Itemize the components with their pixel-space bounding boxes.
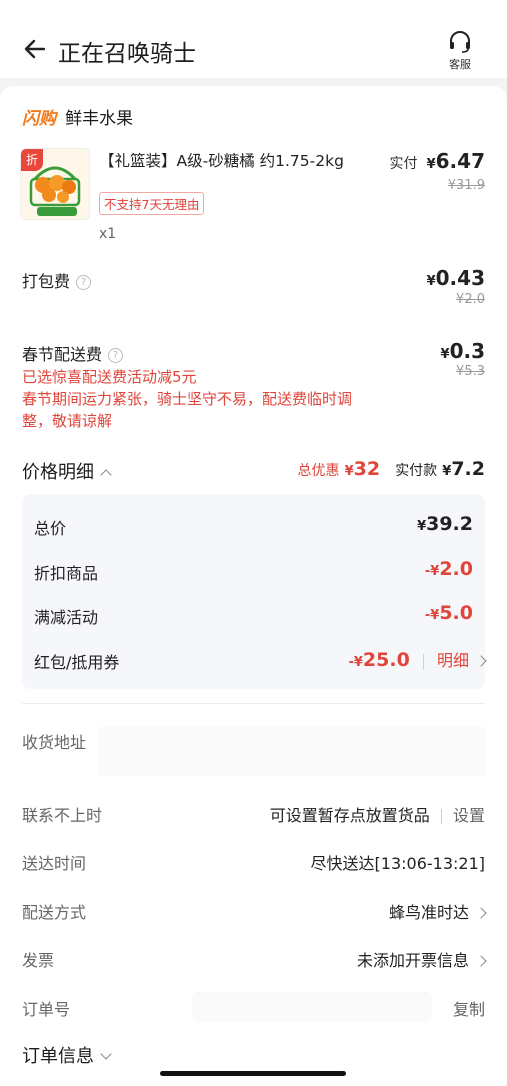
back-arrow-icon[interactable] <box>22 36 48 62</box>
chevron-up-icon <box>100 469 112 481</box>
product-original-price: ¥31.9 <box>447 178 485 193</box>
product-paid-price: 6.47 <box>435 149 485 173</box>
discount-goods-value: -¥2.0 <box>425 558 473 580</box>
coupon-detail-link[interactable]: 明细 <box>437 651 469 670</box>
help-icon[interactable]: ? <box>76 275 92 290</box>
delivery-fee-price: ¥0.3 <box>441 339 485 363</box>
shangou-logo: 闪购 <box>22 109 56 129</box>
no-return-tag: 不支持7天无理由 <box>99 192 205 215</box>
amount: 5.0 <box>439 602 473 624</box>
coupon-value-row: -¥25.0 明细 <box>348 647 487 671</box>
total-price-label: 总价 <box>34 519 67 538</box>
delivery-fee-notice: 春节期间运力紧张，骑士坚守不易，配送费临时调整，敬请谅解 <box>22 390 353 430</box>
full-reduction-label: 满减活动 <box>34 608 99 627</box>
delivery-time-value: 尽快送达[13:06-13:21] <box>310 854 485 873</box>
delivery-fee-original: ¥5.3 <box>456 364 485 379</box>
invoice-row[interactable]: 未添加开票信息 <box>356 947 487 971</box>
currency-symbol: ¥ <box>344 464 354 479</box>
address-value <box>98 726 486 776</box>
amount: 39.2 <box>426 513 473 535</box>
headset-icon <box>450 31 470 53</box>
total-discount-label: 总优惠 <box>297 463 340 479</box>
actual-paid-value: 7.2 <box>451 458 485 480</box>
delivery-promo-note: 已选惊喜配送费活动减5元 <box>22 368 197 386</box>
help-icon[interactable]: ? <box>108 348 124 363</box>
invoice-value: 未添加开票信息 <box>356 951 469 970</box>
currency-symbol: ¥ <box>426 157 436 172</box>
unreachable-label: 联系不上时 <box>22 806 103 825</box>
currency-symbol: -¥ <box>424 608 440 623</box>
customer-service-button[interactable]: 客服 <box>440 30 480 72</box>
delivery-fee-value: 0.3 <box>449 339 485 363</box>
currency-symbol: ¥ <box>440 347 450 362</box>
total-discount-value: 32 <box>353 458 381 480</box>
amount: 2.0 <box>439 558 473 580</box>
order-number-value <box>192 992 432 1022</box>
customer-service-label: 客服 <box>449 58 471 71</box>
currency-symbol: ¥ <box>426 274 436 289</box>
separator <box>440 809 442 824</box>
home-indicator[interactable] <box>160 1071 346 1076</box>
amount: 25.0 <box>362 649 410 671</box>
currency-symbol: -¥ <box>424 564 440 579</box>
currency-symbol: ¥ <box>442 464 452 479</box>
delivery-fee-row: 春节配送费? <box>22 341 124 365</box>
packing-fee-label: 打包费 <box>22 272 71 291</box>
price-detail-toggle[interactable]: 价格明细 <box>22 458 112 484</box>
delivery-method-value: 蜂鸟准时达 <box>388 903 469 922</box>
copy-order-number-button[interactable]: 复制 <box>453 996 485 1020</box>
currency-symbol: ¥ <box>417 519 427 534</box>
currency-symbol: -¥ <box>348 655 363 670</box>
product-price-block: 实付 ¥6.47 <box>390 149 486 173</box>
chevron-right-icon <box>475 654 487 667</box>
order-info-toggle[interactable]: 订单信息 <box>22 1042 112 1068</box>
packing-fee-original: ¥2.0 <box>456 292 485 307</box>
packing-fee-price: ¥0.43 <box>427 266 485 290</box>
order-number-label: 订单号 <box>22 1000 71 1019</box>
full-reduction-value: -¥5.0 <box>425 602 473 624</box>
set-storage-button[interactable]: 设置 <box>453 806 485 825</box>
coupon-label: 红包/抵用券 <box>34 653 120 672</box>
chevron-right-icon <box>475 954 487 967</box>
discount-badge: 折 <box>21 149 43 171</box>
product-image[interactable]: 折 <box>20 148 90 220</box>
price-detail-label: 价格明细 <box>22 462 94 483</box>
shop-row[interactable]: 闪购 鲜丰水果 <box>22 104 133 129</box>
separator <box>422 653 424 670</box>
discount-goods-label: 折扣商品 <box>34 564 99 583</box>
delivery-method-row[interactable]: 蜂鸟准时达 <box>388 899 487 923</box>
order-info-label: 订单信息 <box>22 1046 94 1067</box>
product-name[interactable]: 【礼篮装】A级-砂糖橘 约1.75-2kg <box>99 151 349 171</box>
chevron-right-icon <box>475 906 487 919</box>
page-title: 正在召唤骑士 <box>58 41 196 67</box>
packing-fee-row: 打包费? <box>22 268 92 292</box>
unreachable-row: 可设置暂存点放置货品 设置 <box>270 802 485 826</box>
chevron-down-icon <box>100 1048 112 1060</box>
section-divider <box>22 703 485 704</box>
price-summary: 总优惠 ¥32 实付款 ¥7.2 <box>298 458 486 480</box>
delivery-method-label: 配送方式 <box>22 903 87 922</box>
paid-label: 实付 <box>389 156 418 172</box>
packing-fee-value: 0.43 <box>435 266 485 290</box>
total-price-value: ¥39.2 <box>417 513 473 535</box>
address-label: 收货地址 <box>22 733 87 752</box>
delivery-fee-label: 春节配送费 <box>22 345 103 364</box>
invoice-label: 发票 <box>22 951 55 970</box>
top-bar: 正在召唤骑士 客服 <box>0 0 507 78</box>
actual-paid-label: 实付款 <box>395 463 438 479</box>
product-quantity: x1 <box>99 226 117 242</box>
shop-name: 鲜丰水果 <box>65 109 134 129</box>
delivery-time-label: 送达时间 <box>22 854 87 873</box>
unreachable-value: 可设置暂存点放置货品 <box>269 806 430 825</box>
